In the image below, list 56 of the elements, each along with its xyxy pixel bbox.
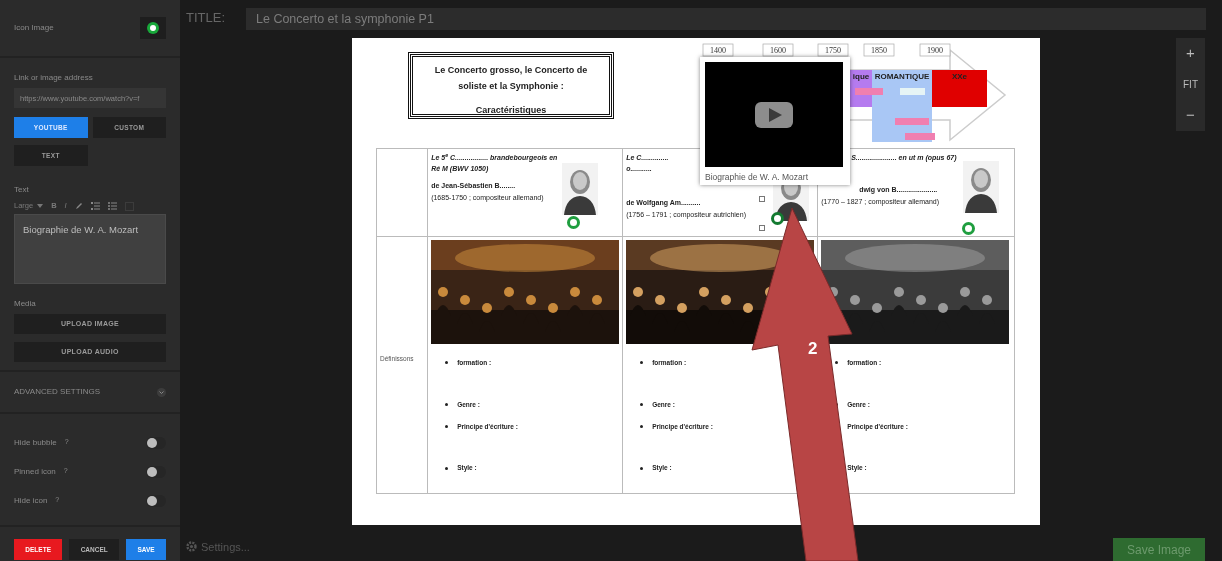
field-label: Text xyxy=(14,184,30,196)
period-tag xyxy=(855,88,883,95)
settings-icon[interactable] xyxy=(186,541,197,553)
bullet-icon xyxy=(640,403,644,407)
heading-line: Caractéristiques xyxy=(474,104,548,117)
hotspot-marker[interactable] xyxy=(962,222,976,235)
fit-button[interactable]: FIT xyxy=(1176,69,1205,100)
bullet-list-icon[interactable] xyxy=(107,202,117,210)
heading-line: soliste et la Symphonie : xyxy=(457,80,565,93)
annotation-number: 2 xyxy=(808,339,818,358)
caret-icon xyxy=(37,204,44,208)
zoom-in-button[interactable]: + xyxy=(1176,38,1205,69)
resize-handle[interactable] xyxy=(759,196,766,202)
year-label: 1850 xyxy=(863,43,895,57)
title-label: TITLE: xyxy=(186,9,226,27)
year-label: 1400 xyxy=(702,43,734,57)
bullet-icon xyxy=(445,361,449,365)
option-label: Hide icon xyxy=(14,494,48,507)
pencil-icon[interactable] xyxy=(74,202,83,210)
option-label: Hide bubble xyxy=(14,436,57,449)
year-label: 1600 xyxy=(762,43,794,57)
numbered-list-icon[interactable] xyxy=(90,202,100,210)
year-label: 1750 xyxy=(817,43,849,57)
bullet-icon xyxy=(640,361,644,365)
period-label: XXe xyxy=(951,72,968,81)
resize-handle[interactable] xyxy=(759,225,766,231)
heading-line: Le Concerto grosso, le Concerto de xyxy=(433,64,589,77)
video-thumbnail[interactable] xyxy=(705,62,843,167)
period-tag xyxy=(905,133,935,140)
zoom-out-button[interactable]: − xyxy=(1176,100,1205,131)
title-field[interactable]: Le Concerto et la symphonie P1 xyxy=(246,8,1206,30)
period-label: ROMANTIQUE xyxy=(874,72,930,81)
field-label: Media xyxy=(14,298,37,310)
text-area[interactable]: Biographie de W. A. Mozart xyxy=(14,214,166,284)
bullet-icon xyxy=(640,424,644,428)
toggle-switch[interactable] xyxy=(146,465,166,478)
period-label: ique xyxy=(852,72,870,81)
period-tag xyxy=(895,118,929,125)
field-label: Icon Image xyxy=(14,22,54,34)
video-caption: Biographie de W. A. Mozart xyxy=(705,171,809,184)
period-tag xyxy=(900,88,925,95)
bullet-icon xyxy=(835,361,839,365)
hotspot-marker[interactable] xyxy=(567,216,581,229)
bullet-icon xyxy=(640,466,644,470)
option-label: Pinned icon xyxy=(14,465,56,478)
bullet-icon xyxy=(445,424,449,428)
field-label: Link or image address xyxy=(14,72,94,84)
year-label: 1900 xyxy=(919,43,951,57)
bullet-icon xyxy=(445,403,449,407)
chevron-down-icon[interactable] xyxy=(157,387,166,397)
bullet-icon xyxy=(445,466,449,470)
section-header[interactable]: ADVANCED SETTINGS xyxy=(14,386,101,398)
play-icon[interactable] xyxy=(755,101,793,128)
hotspot-marker[interactable] xyxy=(771,212,785,225)
toggle-switch[interactable] xyxy=(146,494,166,507)
toggle-switch[interactable] xyxy=(146,436,166,449)
